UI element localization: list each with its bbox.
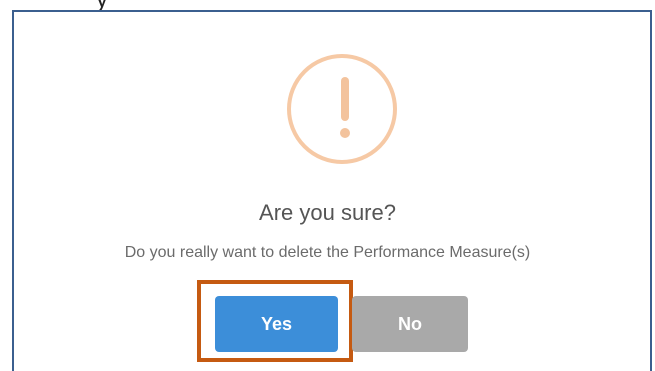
exclamation-circle-icon (287, 54, 397, 164)
dialog-title: Are you sure? (259, 200, 396, 225)
dialog-message: Do you really want to delete the Perform… (124, 244, 531, 261)
page: y Are you sure? Do you really want to de… (0, 0, 655, 371)
yes-button[interactable]: Yes (215, 296, 338, 352)
exclamation-dot (340, 128, 350, 138)
no-button[interactable]: No (352, 296, 468, 352)
exclamation-bar (341, 77, 349, 121)
